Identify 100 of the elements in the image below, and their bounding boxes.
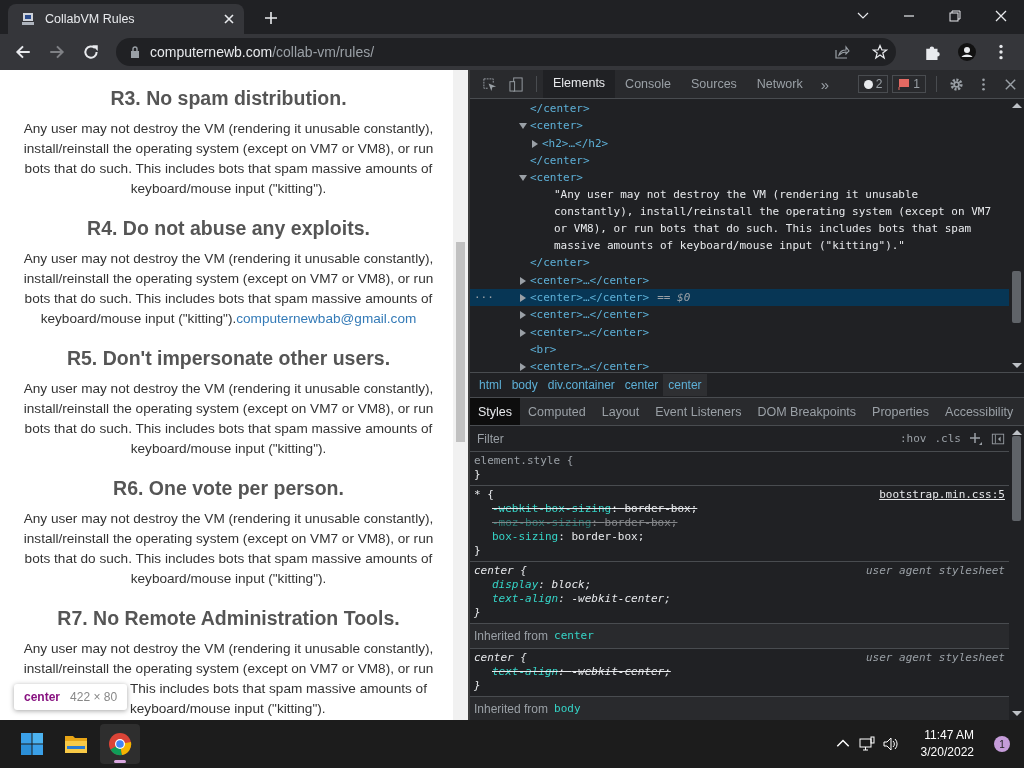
date-text: 3/20/2022 (920, 744, 974, 761)
dom-node[interactable]: <center>…</center> (530, 360, 650, 372)
closing-tag: </center> (530, 256, 590, 270)
css-declaration[interactable]: text-align: -webkit-center; (474, 665, 1005, 679)
share-icon[interactable] (834, 44, 850, 60)
breadcrumb[interactable]: html (474, 374, 507, 396)
expand-toggle[interactable] (519, 175, 527, 182)
plus-icon[interactable] (969, 431, 983, 446)
panel-tab[interactable]: Computed (520, 398, 594, 425)
rule-heading: R5. Don't impersonate other users. (65, 347, 392, 370)
dom-node[interactable]: <center>…</center> (530, 273, 650, 287)
rule-text-line: keyboard/mouse input ("kitting"). (130, 701, 326, 716)
panel-tab[interactable]: DOM Breakpoints (749, 398, 865, 425)
panel-tab[interactable]: Properties (864, 398, 938, 425)
source-link[interactable]: bootstrap.min.css:5 (879, 488, 1005, 502)
inherited-label: Inherited from (474, 702, 549, 716)
expand-toggle[interactable] (520, 363, 526, 372)
css-selector: * { (474, 488, 494, 502)
rule-heading: R6. One vote per person. (112, 477, 345, 500)
css-declaration[interactable]: box-sizing: border-box; (474, 530, 1005, 544)
devtools-tab[interactable]: Sources (681, 70, 747, 98)
address-bar[interactable]: computernewb.com/collab-vm/rules/ (116, 38, 896, 66)
close-icon[interactable] (224, 14, 234, 24)
panel-tab[interactable]: Accessibility (937, 398, 1022, 425)
devtools-tab[interactable]: Elements (543, 70, 616, 98)
devtools-tab[interactable]: Network (746, 70, 813, 98)
email-link[interactable]: computernewbab@gmail.com (236, 311, 417, 326)
chrome-taskbar-button[interactable] (100, 724, 140, 764)
rule-text: Any user may not destroy the VM (rendering it unusable constantly), install/reinstall the operating system (except on VM7 or VM8), or run bots that do such. This includes bots that spam massive amounts of keyboard/mouse input ("kitting"). (22, 510, 435, 588)
inherited-element-link[interactable]: center (554, 629, 594, 643)
hov-toggle[interactable]: :hov (900, 432, 927, 445)
time-text: 11:47 AM (924, 727, 974, 744)
dom-node[interactable]: <center>…</center> (530, 308, 650, 322)
panel-tab[interactable]: Layout (593, 398, 648, 425)
closing-brace: } (474, 679, 481, 693)
plus-icon[interactable] (264, 11, 278, 25)
scrollbar[interactable] (453, 70, 468, 720)
rule-heading: R4. Do not abuse any exploits. (86, 217, 371, 240)
more-dots[interactable]: ··· (474, 289, 494, 307)
dom-node[interactable]: <center> (530, 119, 583, 133)
breadcrumb[interactable]: center (619, 374, 664, 396)
rule-text-line: Any user may not destroy the VM (rendering it unusable constantly), (23, 641, 434, 656)
errors-badge[interactable]: 1 (892, 75, 926, 93)
panel-tab[interactable]: Event Listeners (647, 398, 750, 425)
css-selector: center { (474, 651, 527, 665)
dom-node[interactable]: <center>…</center> (530, 325, 650, 339)
speaker-icon[interactable] (882, 736, 899, 752)
css-declaration[interactable]: text-align: -webkit-center; (474, 592, 1005, 606)
expand-toggle[interactable] (520, 328, 526, 337)
panel-tab[interactable]: Styles (470, 398, 521, 425)
expand-toggle[interactable] (519, 123, 527, 130)
closing-brace: } (474, 468, 481, 482)
notification-badge[interactable]: 1 (994, 736, 1010, 752)
clock[interactable]: 11:47 AM 3/20/2022 (920, 727, 974, 761)
stylesheet-origin: user agent stylesheet (865, 651, 1005, 665)
tab-title: CollabVM Rules (45, 12, 136, 26)
stylesheet-origin: user agent stylesheet (865, 564, 1005, 578)
browser-tab[interactable]: CollabVM Rules (8, 4, 244, 34)
element-tooltip: center 422 × 80 (14, 684, 128, 710)
rule-heading: R3. No spam distribution. (109, 87, 348, 110)
computer-icon (20, 11, 36, 27)
lock-icon (130, 46, 140, 58)
rule-text-line: install/reinstall the operating system (except on VM7 or VM8), or run (23, 661, 434, 676)
expand-toggle[interactable] (532, 139, 538, 148)
cls-toggle[interactable]: .cls (934, 432, 961, 445)
dom-node[interactable]: <h2>…</h2> (542, 136, 609, 150)
restore-icon[interactable] (948, 9, 962, 23)
rule-text: Any user may not destroy the VM (rendering it unusable constantly), install/reinstall the operating system (except on VM7 or VM8), or run bots that do such. This includes bots that spam massive amounts of keyboard/mouse input ("kitting"). (22, 380, 435, 458)
dom-node[interactable]: <center> (530, 171, 583, 185)
css-selector: center { (474, 564, 527, 578)
browser-icon (108, 732, 132, 756)
devtools-tab[interactable]: Console (615, 70, 681, 98)
css-declaration[interactable]: display: block; (474, 578, 1005, 592)
closing-tag: </center> (530, 153, 590, 167)
expand-toggle[interactable] (520, 294, 526, 303)
breadcrumb[interactable]: center (663, 374, 707, 396)
breadcrumb[interactable]: body (506, 374, 543, 396)
windows-start-icon[interactable] (20, 732, 44, 756)
rule-text-line: This includes bots that spam massive amounts of (130, 681, 427, 696)
text-node[interactable]: "Any user may not destroy the VM (rendering it unusable constantly), install/reinstall the operating system (except on VM7 or VM8), or run bots that do such. This includes bots that spam massive amounts of keyboard/mouse input ("kitting")." (542, 186, 997, 255)
css-declaration[interactable]: -moz-box-sizing: border-box; (474, 516, 1005, 530)
inherited-label: Inherited from (474, 629, 549, 643)
dom-tag: </center> (530, 102, 590, 115)
star-icon[interactable] (872, 44, 888, 60)
sidebar-toggle-icon[interactable] (991, 431, 1005, 446)
issues-badge[interactable]: 2 (857, 75, 889, 93)
dom-node[interactable]: <center>…</center> (530, 291, 650, 305)
inherited-element-link[interactable]: body (554, 702, 581, 716)
dom-tag: <br> (530, 342, 557, 356)
breadcrumb[interactable]: div.container (542, 374, 620, 396)
closing-brace: } (474, 606, 481, 620)
css-selector: element.style { (474, 454, 574, 468)
rule-text: Any user may not destroy the VM (rendering it unusable constantly), install/reinstall the operating system (except on VM7 or VM8), or run bots that do such. This includes bots that spam massive amounts of keyboard/mouse input ("kitting").computernewbab@gmail.com (22, 250, 435, 328)
rule-text: Any user may not destroy the VM (rendering it unusable constantly), install/reinstall the operating system (except on VM7 or VM8), or run bots that do such. This includes bots that spam massive amounts of keyboard/mouse input ("kitting"). (22, 120, 435, 198)
close-icon[interactable] (994, 9, 1008, 23)
more-tabs[interactable]: » (812, 75, 838, 93)
css-declaration[interactable]: -webkit-box-sizing: border-box; (474, 502, 1005, 516)
rule-heading: R7. No Remote Administration Tools. (56, 607, 401, 630)
expand-toggle[interactable] (520, 311, 526, 320)
network-icon[interactable] (858, 736, 875, 752)
